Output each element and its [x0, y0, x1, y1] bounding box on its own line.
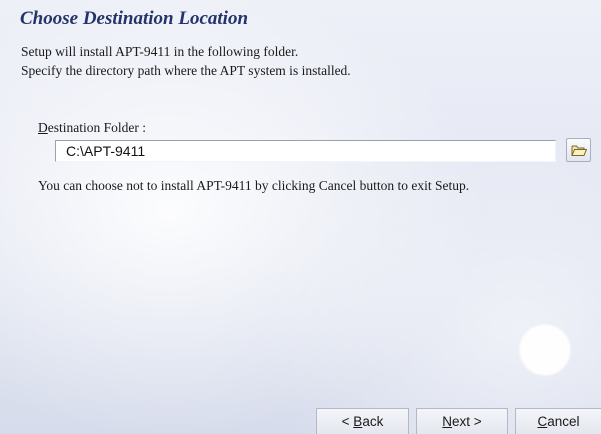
next-button[interactable]: Next > — [416, 408, 508, 434]
next-button-mnemonic: N — [442, 414, 453, 429]
destination-label-mnemonic: D — [38, 120, 48, 135]
cancel-button-label: ancel — [547, 414, 580, 429]
destination-path-input[interactable]: C:\APT-9411 — [55, 140, 556, 162]
folder-icon — [570, 143, 587, 157]
cancel-button-mnemonic: C — [537, 414, 548, 429]
intro-text: Setup will install APT-9411 in the follo… — [21, 42, 351, 80]
next-button-label: ext > — [452, 414, 482, 429]
back-button-mnemonic: B — [353, 414, 363, 429]
destination-folder-label: Destination Folder : — [38, 120, 146, 136]
browse-folder-button[interactable] — [566, 138, 591, 162]
destination-label-text: estination Folder : — [47, 120, 146, 135]
back-button-label: ack — [362, 414, 384, 429]
intro-line-1: Setup will install APT-9411 in the follo… — [21, 44, 299, 59]
intro-line-2: Specify the directory path where the APT… — [21, 63, 351, 78]
back-button[interactable]: < Back — [316, 408, 409, 434]
cancel-button[interactable]: Cancel — [515, 408, 601, 434]
cancel-note: You can choose not to install APT-9411 b… — [38, 178, 470, 193]
back-button-prefix: < — [341, 414, 354, 429]
page-title: Choose Destination Location — [20, 8, 249, 29]
